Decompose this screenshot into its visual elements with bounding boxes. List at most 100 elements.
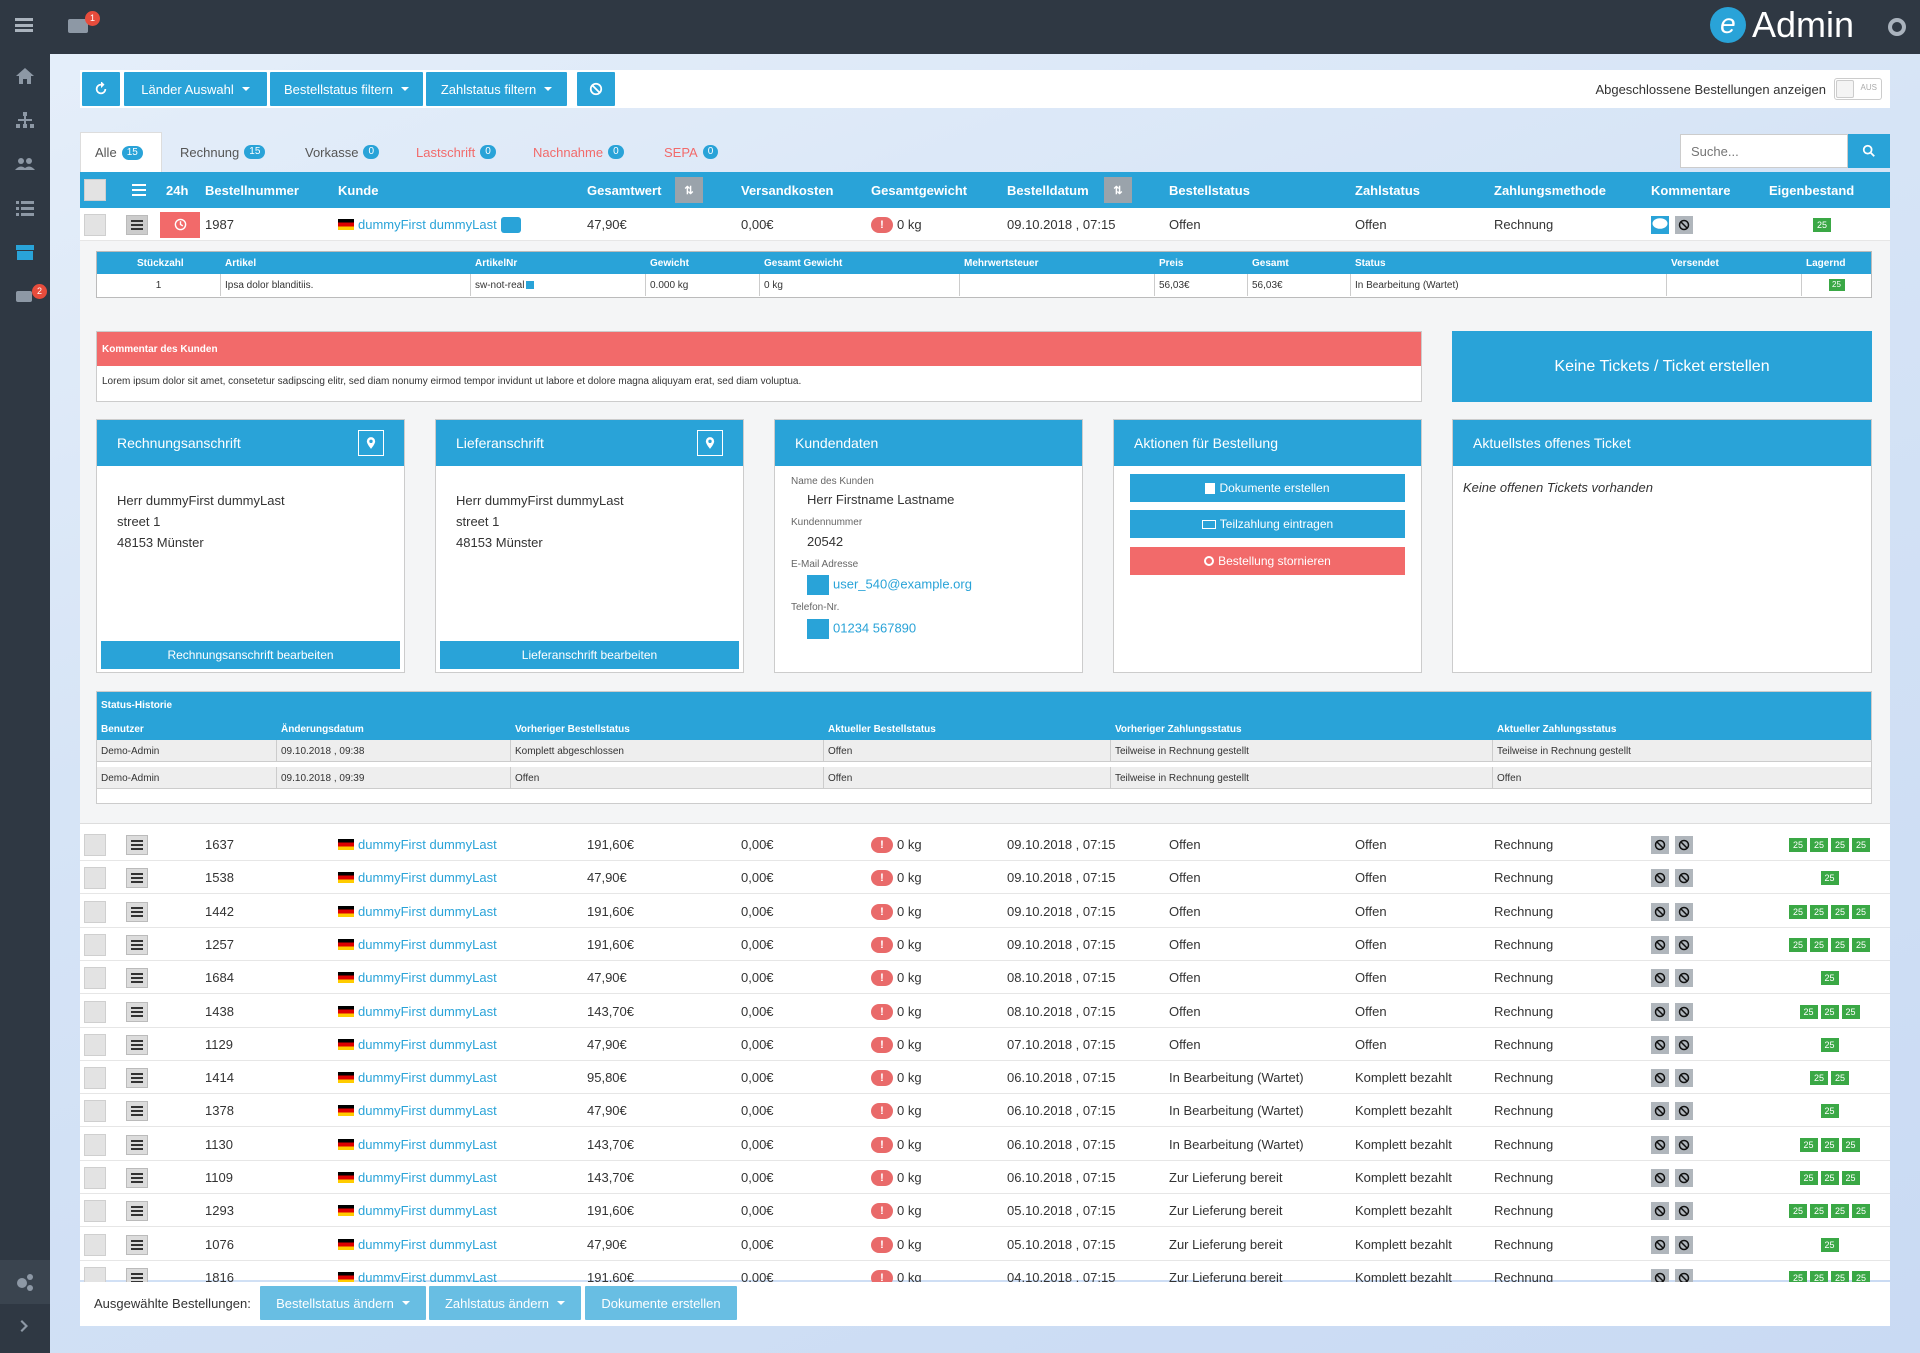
ban-icon[interactable] — [1675, 1135, 1693, 1154]
row-checkbox[interactable] — [84, 1099, 106, 1122]
customer-link[interactable]: dummyFirst dummyLast — [358, 937, 497, 952]
row-details-button[interactable] — [126, 1067, 148, 1088]
col-customer[interactable]: Kunde — [338, 172, 378, 208]
col-date[interactable]: Bestelldatum — [1007, 172, 1089, 208]
ban-icon[interactable] — [1675, 1035, 1693, 1054]
home-icon[interactable] — [0, 54, 50, 98]
ban-icon[interactable] — [1651, 1135, 1669, 1154]
refresh-button[interactable] — [82, 72, 120, 106]
sitemap-icon[interactable] — [0, 98, 50, 142]
edit-shipping-button[interactable]: Lieferanschrift bearbeiten — [440, 641, 739, 669]
col-24h[interactable]: 24h — [166, 172, 188, 208]
ban-icon[interactable] — [1675, 1201, 1693, 1220]
table-row[interactable]: 1414 dummyFirst dummyLast 95,80€ 0,00€ 0 kg 0… — [80, 1061, 1890, 1094]
tickets-create-button[interactable]: Keine Tickets / Ticket erstellen — [1452, 331, 1872, 402]
row-details-button[interactable] — [126, 1134, 148, 1155]
col-pay-status[interactable]: Zahlstatus — [1355, 172, 1420, 208]
row-details-button[interactable] — [126, 1034, 148, 1055]
ban-icon[interactable] — [1651, 935, 1669, 954]
map-marker-icon[interactable] — [358, 430, 384, 456]
table-row[interactable]: 1438 dummyFirst dummyLast 143,70€ 0,00€ 0 kg… — [80, 995, 1890, 1028]
row-details-button[interactable] — [126, 1100, 148, 1121]
row-checkbox[interactable] — [84, 1233, 106, 1256]
customer-link[interactable]: dummyFirst dummyLast — [358, 1004, 497, 1019]
customer-link[interactable]: dummyFirst dummyLast — [358, 837, 497, 852]
show-completed-toggle[interactable]: AUS — [1834, 78, 1882, 100]
ban-icon[interactable] — [1651, 1235, 1669, 1254]
ban-icon[interactable] — [1675, 1002, 1693, 1021]
map-marker-icon[interactable] — [697, 430, 723, 456]
row-checkbox[interactable] — [84, 833, 106, 856]
tab-invoice[interactable]: Rechnung 15 — [180, 132, 266, 172]
ban-icon[interactable] — [1675, 1101, 1693, 1120]
reset-filter-button[interactable] — [577, 72, 615, 106]
ban-icon[interactable] — [1675, 215, 1693, 234]
comment-icon[interactable] — [1651, 215, 1669, 234]
row-details-button[interactable] — [126, 1001, 148, 1022]
item-artno[interactable]: sw-not-real — [475, 280, 524, 291]
pay-status-filter-dropdown[interactable]: Zahlstatus filtern — [426, 72, 567, 106]
table-row[interactable]: 1684 dummyFirst dummyLast 47,90€ 0,00€ 0 kg 0… — [80, 961, 1890, 994]
ban-icon[interactable] — [1675, 868, 1693, 887]
table-row[interactable]: 1637 dummyFirst dummyLast 191,60€ 0,00€ 0 kg… — [80, 828, 1890, 861]
order-status-filter-dropdown[interactable]: Bestellstatus filtern — [270, 72, 423, 106]
list-icon[interactable] — [0, 186, 50, 230]
users-icon[interactable] — [0, 142, 50, 186]
chat-icon[interactable] — [500, 216, 521, 233]
ban-icon[interactable] — [1651, 835, 1669, 854]
ban-icon[interactable] — [1651, 1035, 1669, 1054]
row-checkbox[interactable] — [84, 1166, 106, 1189]
tab-cod[interactable]: Nachnahme 0 — [533, 132, 624, 172]
ban-icon[interactable] — [1651, 1101, 1669, 1120]
row-details-button[interactable] — [126, 1167, 148, 1188]
row-checkbox[interactable] — [84, 1199, 106, 1222]
row-checkbox[interactable] — [84, 900, 106, 923]
row-details-button[interactable] — [126, 1200, 148, 1221]
orders-box-icon[interactable] — [0, 230, 50, 274]
row-details-button[interactable] — [126, 834, 148, 855]
cancel-order-button[interactable]: Bestellung stornieren — [1130, 547, 1405, 575]
tab-prepayment[interactable]: Vorkasse 0 — [305, 132, 380, 172]
row-checkbox[interactable] — [84, 1066, 106, 1089]
ban-icon[interactable] — [1675, 1168, 1693, 1187]
col-pay-method[interactable]: Zahlungsmethode — [1494, 172, 1606, 208]
row-details-button[interactable] — [126, 901, 148, 922]
ban-icon[interactable] — [1675, 1068, 1693, 1087]
table-row-expanded[interactable]: 1987 dummyFirst dummyLast 47,90€ 0,00€ 0… — [80, 208, 1890, 241]
row-details-button[interactable] — [126, 867, 148, 888]
table-row[interactable]: 1378 dummyFirst dummyLast 47,90€ 0,00€ 0 kg 0… — [80, 1094, 1890, 1127]
col-shipping[interactable]: Versandkosten — [741, 172, 834, 208]
bulk-order-status-dropdown[interactable]: Bestellstatus ändern — [260, 1286, 426, 1320]
sort-date-icon[interactable]: ⇅ — [1104, 177, 1132, 203]
ban-icon[interactable] — [1675, 1235, 1693, 1254]
ban-icon[interactable] — [1651, 1002, 1669, 1021]
ban-icon[interactable] — [1651, 902, 1669, 921]
customer-link[interactable]: dummyFirst dummyLast — [358, 1170, 497, 1185]
countries-dropdown[interactable]: Länder Auswahl — [124, 72, 267, 106]
menu-icon[interactable] — [15, 18, 33, 32]
customer-link[interactable]: dummyFirst dummyLast — [358, 1137, 497, 1152]
tab-debit[interactable]: Lastschrift 0 — [416, 132, 496, 172]
ban-icon[interactable] — [1675, 968, 1693, 987]
ban-icon[interactable] — [1651, 968, 1669, 987]
ban-icon[interactable] — [1651, 1168, 1669, 1187]
customer-link[interactable]: dummyFirst dummyLast — [358, 870, 497, 885]
col-comments[interactable]: Kommentare — [1651, 172, 1730, 208]
bulk-create-documents-button[interactable]: Dokumente erstellen — [585, 1286, 737, 1320]
ban-icon[interactable] — [1675, 902, 1693, 921]
col-weight[interactable]: Gesamtgewicht — [871, 172, 967, 208]
row-details-button[interactable] — [126, 1234, 148, 1255]
row-checkbox[interactable] — [84, 933, 106, 956]
row-details-button[interactable] — [126, 967, 148, 988]
search-button[interactable] — [1848, 134, 1890, 168]
edit-phone-icon[interactable] — [807, 619, 829, 639]
col-order-no[interactable]: Bestellnummer — [205, 172, 299, 208]
table-row[interactable]: 1442 dummyFirst dummyLast 191,60€ 0,00€ 0 kg… — [80, 895, 1890, 928]
col-order-status[interactable]: Bestellstatus — [1169, 172, 1250, 208]
sort-total-icon[interactable]: ⇅ — [675, 177, 703, 203]
customer-link[interactable]: dummyFirst dummyLast — [358, 1203, 497, 1218]
table-row[interactable]: 1109 dummyFirst dummyLast 143,70€ 0,00€ 0 kg… — [80, 1161, 1890, 1194]
customer-link[interactable]: dummyFirst dummyLast — [358, 217, 497, 232]
customer-link[interactable]: dummyFirst dummyLast — [358, 904, 497, 919]
ban-icon[interactable] — [1675, 835, 1693, 854]
